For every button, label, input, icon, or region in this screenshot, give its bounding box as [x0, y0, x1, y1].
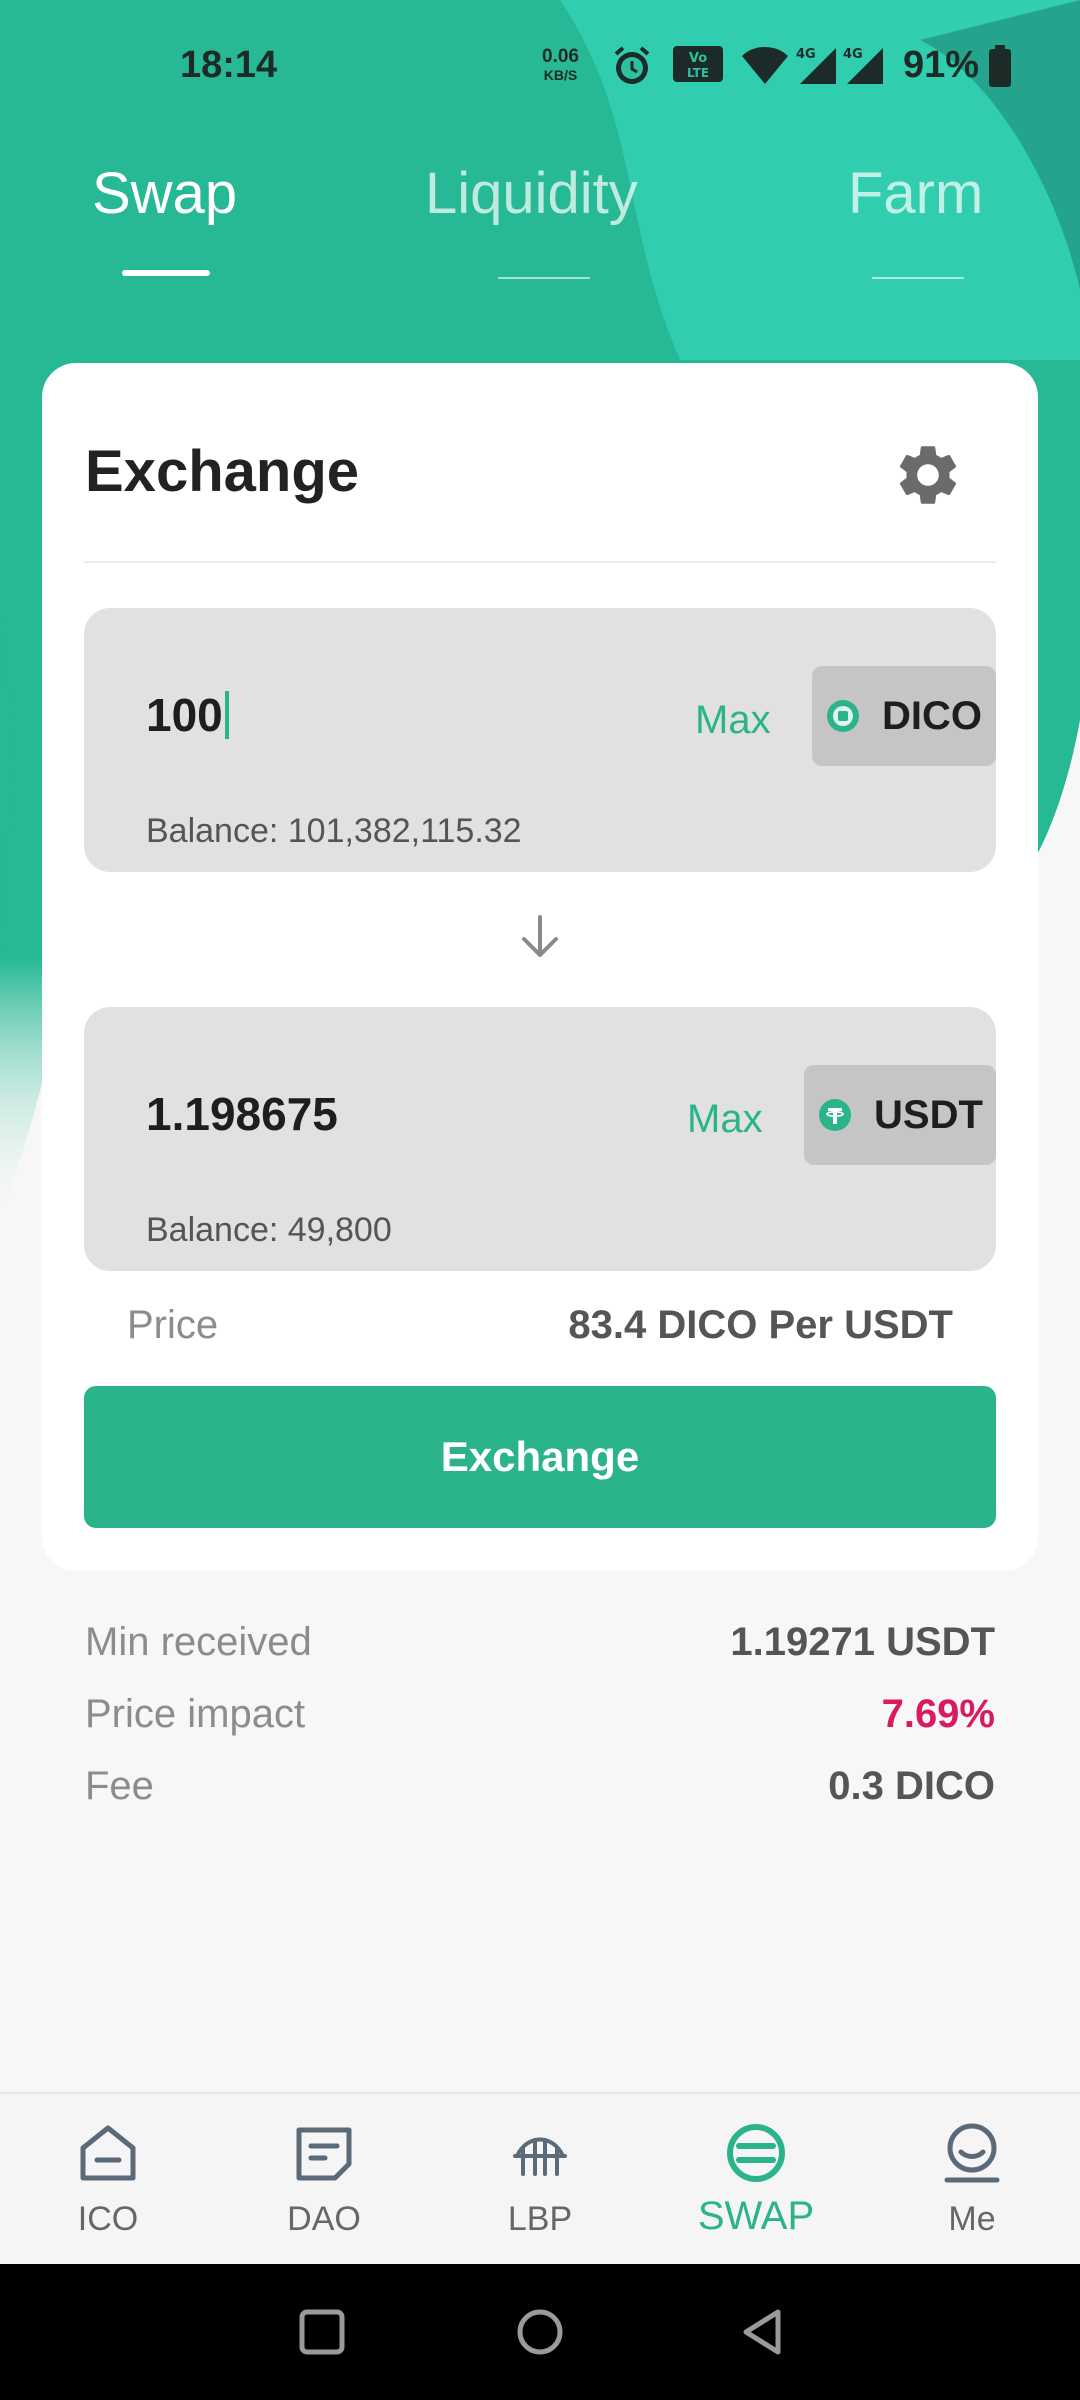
nav-item-lbp[interactable]: LBP	[432, 2094, 648, 2266]
status-time: 18:14	[180, 44, 278, 86]
gear-icon[interactable]	[892, 439, 964, 511]
recents-icon[interactable]	[294, 2304, 350, 2360]
system-nav-bar	[0, 2264, 1080, 2400]
nav-label-swap: SWAP	[697, 2194, 815, 2238]
nav-item-ico[interactable]: ICO	[0, 2094, 216, 2266]
usdt-token-icon	[819, 1099, 851, 1131]
to-amount-input[interactable]: 1.198675	[146, 1087, 338, 1141]
from-token-selector[interactable]: DICO	[812, 666, 996, 766]
exchange-button[interactable]: Exchange	[84, 1386, 996, 1528]
lbp-icon	[513, 2137, 567, 2176]
to-token-selector[interactable]: USDT	[804, 1065, 996, 1165]
tab-swap-indicator	[122, 270, 210, 276]
svg-text:4G: 4G	[796, 47, 816, 62]
from-amount-value: 100	[146, 689, 223, 741]
min-received-value: 1.19271 USDT	[730, 1620, 995, 1664]
tab-swap[interactable]: Swap	[92, 160, 237, 227]
min-received-row: Min received 1.19271 USDT	[85, 1620, 995, 1680]
signal-4g-icon: 4G	[796, 47, 836, 84]
from-amount-input[interactable]: 100	[146, 688, 229, 742]
price-value: 83.4 DICO Per USDT	[568, 1303, 953, 1347]
fee-value: 0.3 DICO	[828, 1764, 995, 1808]
tab-liquidity-indicator	[498, 277, 590, 279]
to-max-button[interactable]: Max	[687, 1097, 763, 1142]
network-speed-value: 0.06	[542, 46, 579, 67]
tab-liquidity[interactable]: Liquidity	[425, 160, 638, 227]
bottom-nav: ICO DAO LBP SWAP Me	[0, 2092, 1080, 2266]
dao-icon	[296, 2127, 352, 2181]
nav-item-swap[interactable]: SWAP	[648, 2094, 864, 2266]
from-token-box: 100 Max DICO Balance: 101,382,115.32	[84, 608, 996, 872]
price-impact-label: Price impact	[85, 1692, 306, 1736]
from-balance: Balance: 101,382,115.32	[146, 812, 522, 850]
dico-token-icon	[827, 700, 859, 732]
svg-text:LTE: LTE	[687, 66, 709, 80]
nav-label-me: Me	[948, 2200, 996, 2238]
fee-row: Fee 0.3 DICO	[85, 1764, 995, 1824]
nav-label-dao: DAO	[287, 2200, 361, 2238]
price-impact-value: 7.69%	[881, 1692, 995, 1736]
network-speed-unit: KB/S	[543, 67, 578, 83]
to-token-symbol: USDT	[874, 1092, 983, 1137]
back-icon[interactable]	[734, 2304, 790, 2360]
to-token-box: 1.198675 Max USDT Balance: 49,800	[84, 1007, 996, 1271]
price-row: Price 83.4 DICO Per USDT	[127, 1303, 953, 1353]
battery-percent: 91%	[903, 44, 980, 86]
nav-item-dao[interactable]: DAO	[216, 2094, 432, 2266]
wifi-icon	[742, 47, 788, 84]
fee-label: Fee	[85, 1764, 154, 1808]
signal-4g-icon: 4G	[843, 47, 883, 84]
arrow-down-icon[interactable]	[514, 911, 566, 963]
card-divider	[84, 561, 996, 563]
to-balance: Balance: 49,800	[146, 1211, 392, 1249]
svg-text:Vo: Vo	[689, 51, 707, 66]
nav-item-me[interactable]: Me	[864, 2094, 1080, 2266]
profile-icon	[944, 2123, 1000, 2183]
alarm-icon	[614, 46, 650, 84]
from-token-symbol: DICO	[882, 693, 982, 738]
exchange-card: Exchange 100 Max DICO Balance: 101,382,1…	[42, 363, 1038, 1571]
nav-label-lbp: LBP	[507, 2200, 573, 2238]
network-speed: 0.06 KB/S	[542, 46, 579, 84]
swap-icon	[727, 2124, 785, 2182]
home-icon	[80, 2125, 136, 2181]
from-max-button[interactable]: Max	[695, 698, 771, 743]
tab-farm[interactable]: Farm	[848, 160, 983, 227]
text-caret	[224, 691, 229, 739]
card-title: Exchange	[85, 439, 359, 504]
battery-icon	[989, 45, 1011, 87]
tab-farm-indicator	[872, 277, 964, 279]
svg-text:4G: 4G	[843, 47, 863, 62]
status-bar: 18:14 0.06 KB/S Vo LTE 4G 4G 91%	[0, 0, 1080, 135]
price-label: Price	[127, 1303, 219, 1347]
price-impact-row: Price impact 7.69%	[85, 1692, 995, 1752]
min-received-label: Min received	[85, 1620, 312, 1664]
volte-icon: Vo LTE	[673, 46, 723, 82]
nav-label-ico: ICO	[77, 2200, 139, 2238]
top-tabs: Swap Liquidity Farm	[0, 160, 1080, 290]
home-circle-icon[interactable]	[512, 2304, 568, 2360]
